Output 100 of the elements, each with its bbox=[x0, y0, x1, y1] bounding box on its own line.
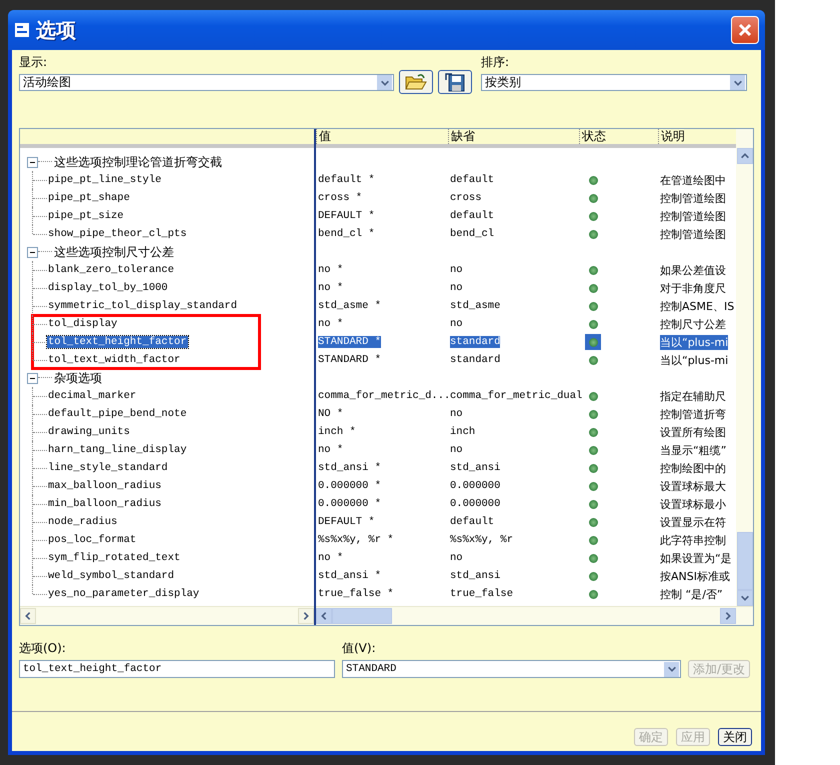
option-name[interactable]: sym_flip_rotated_text bbox=[47, 552, 182, 564]
option-name[interactable]: max_balloon_radius bbox=[47, 480, 162, 492]
option-name[interactable]: show_pipe_theor_cl_pts bbox=[47, 228, 188, 240]
default-cell: 0.000000 bbox=[450, 498, 500, 510]
option-name[interactable]: decimal_marker bbox=[47, 390, 138, 402]
scroll-left-button[interactable] bbox=[20, 608, 36, 624]
status-dot-icon bbox=[588, 356, 598, 364]
option-label: 选项(O): bbox=[19, 640, 67, 657]
scroll-down-button[interactable] bbox=[736, 590, 752, 606]
column-header[interactable]: 值 bbox=[316, 129, 448, 144]
scroll-up-button[interactable] bbox=[736, 148, 752, 164]
status-dot-icon bbox=[588, 464, 598, 472]
dialog-button[interactable]: 关闭 bbox=[718, 728, 752, 746]
option-name[interactable]: tol_text_height_factor bbox=[47, 336, 188, 348]
floppy-disk-icon bbox=[444, 72, 466, 92]
value-cell: comma_for_metric_d... bbox=[318, 390, 450, 402]
option-name[interactable]: blank_zero_tolerance bbox=[47, 264, 176, 276]
option-name[interactable]: yes_no_parameter_display bbox=[47, 588, 200, 600]
sort-label: 排序: bbox=[481, 54, 510, 71]
option-name[interactable]: node_radius bbox=[47, 516, 118, 528]
default-cell: default bbox=[450, 174, 494, 186]
description-cell: 设置所有绘图 bbox=[660, 424, 726, 440]
value-cell: std_asme * bbox=[318, 300, 382, 312]
description-cell: 控制ASME、IS bbox=[660, 298, 734, 314]
status-dot-icon bbox=[588, 284, 598, 292]
description-cell: 此字符串控制 bbox=[660, 532, 726, 548]
value-cell: 0.000000 * bbox=[318, 498, 382, 510]
value-cell: inch * bbox=[318, 426, 356, 438]
group-label[interactable]: 这些选项控制理论管道折弯交截 bbox=[54, 154, 222, 170]
value-cell: no * bbox=[318, 552, 344, 564]
description-cell: 控制管道折弯 bbox=[660, 406, 726, 422]
scroll-right-button[interactable] bbox=[720, 608, 736, 624]
caret-down-icon bbox=[732, 78, 742, 88]
collapse-icon[interactable] bbox=[27, 156, 38, 168]
value-cell: std_ansi * bbox=[318, 570, 382, 582]
default-cell: standard bbox=[450, 354, 500, 366]
value-cell: default * bbox=[318, 174, 375, 186]
status-dot-icon bbox=[588, 554, 598, 562]
column-header[interactable]: 状态 bbox=[579, 129, 658, 144]
default-cell: std_ansi bbox=[450, 570, 500, 582]
option-name[interactable]: pipe_pt_line_style bbox=[47, 174, 162, 186]
default-cell: no bbox=[450, 264, 463, 276]
default-cell: inch bbox=[450, 426, 476, 438]
default-cell: default bbox=[450, 516, 494, 528]
option-name[interactable]: drawing_units bbox=[47, 426, 131, 438]
value-cell: std_ansi * bbox=[318, 462, 382, 474]
scroll-thumb[interactable] bbox=[332, 608, 392, 624]
status-dot-icon bbox=[588, 212, 598, 220]
value-cell: STANDARD * bbox=[318, 336, 382, 348]
caret-down-icon bbox=[666, 664, 676, 674]
option-name[interactable]: display_tol_by_1000 bbox=[47, 282, 169, 294]
option-name[interactable]: tol_display bbox=[47, 318, 118, 330]
column-header[interactable]: 缺省 bbox=[448, 129, 579, 144]
close-button[interactable] bbox=[731, 16, 759, 44]
option-name[interactable]: symmetric_tol_display_standard bbox=[47, 300, 238, 312]
value-cell: STANDARD * bbox=[318, 354, 382, 366]
option-name[interactable]: pipe_pt_shape bbox=[47, 192, 131, 204]
window-icon bbox=[14, 22, 30, 38]
sort-dropdown[interactable]: 按类别 bbox=[481, 74, 747, 91]
option-name[interactable]: line_style_standard bbox=[47, 462, 169, 474]
option-name[interactable]: tol_text_width_factor bbox=[47, 354, 182, 366]
description-cell: 对于非角度尺 bbox=[660, 280, 726, 296]
collapse-icon[interactable] bbox=[27, 372, 38, 384]
value-dropdown[interactable]: STANDARD bbox=[342, 660, 681, 678]
description-cell: 当以“plus-mi bbox=[660, 334, 728, 350]
group-label[interactable]: 杂项选项 bbox=[54, 370, 102, 386]
value-cell: NO * bbox=[318, 408, 344, 420]
caret-up-icon bbox=[740, 151, 750, 161]
option-name[interactable]: weld_symbol_standard bbox=[47, 570, 176, 582]
save-button[interactable] bbox=[438, 70, 472, 94]
option-name[interactable]: harn_tang_line_display bbox=[47, 444, 188, 456]
default-cell: bend_cl bbox=[450, 228, 494, 240]
description-cell: 如果公差值设 bbox=[660, 262, 726, 278]
folder-icon bbox=[405, 73, 427, 91]
caret-right-icon bbox=[723, 611, 733, 621]
display-dropdown[interactable]: 活动绘图 bbox=[19, 74, 394, 91]
description-cell: 当显示“粗缆” bbox=[660, 442, 726, 458]
scroll-left-button[interactable] bbox=[316, 608, 332, 624]
option-name[interactable]: default_pipe_bend_note bbox=[47, 408, 188, 420]
collapse-icon[interactable] bbox=[27, 246, 38, 258]
value-cell: no * bbox=[318, 318, 344, 330]
option-name[interactable]: pos_loc_format bbox=[47, 534, 138, 546]
description-cell: 设置显示在符 bbox=[660, 514, 726, 530]
value-cell: 0.000000 * bbox=[318, 480, 382, 492]
scroll-thumb[interactable] bbox=[736, 532, 752, 590]
value-cell: DEFAULT * bbox=[318, 516, 375, 528]
default-cell: std_asme bbox=[450, 300, 500, 312]
value-label: 值(V): bbox=[342, 640, 377, 657]
option-name[interactable]: pipe_pt_size bbox=[47, 210, 125, 222]
default-cell: no bbox=[450, 318, 463, 330]
option-input-field[interactable]: tol_text_height_factor bbox=[19, 660, 335, 678]
value-cell: DEFAULT * bbox=[318, 210, 375, 222]
open-button[interactable] bbox=[399, 70, 433, 94]
default-cell: std_ansi bbox=[450, 462, 500, 474]
display-label: 显示: bbox=[19, 54, 48, 71]
option-name[interactable]: min_balloon_radius bbox=[47, 498, 162, 510]
group-label[interactable]: 这些选项控制尺寸公差 bbox=[54, 244, 174, 260]
default-cell: %s%x%y, %r bbox=[450, 534, 514, 546]
scroll-right-button[interactable] bbox=[298, 608, 314, 624]
value-cell: no * bbox=[318, 264, 344, 276]
